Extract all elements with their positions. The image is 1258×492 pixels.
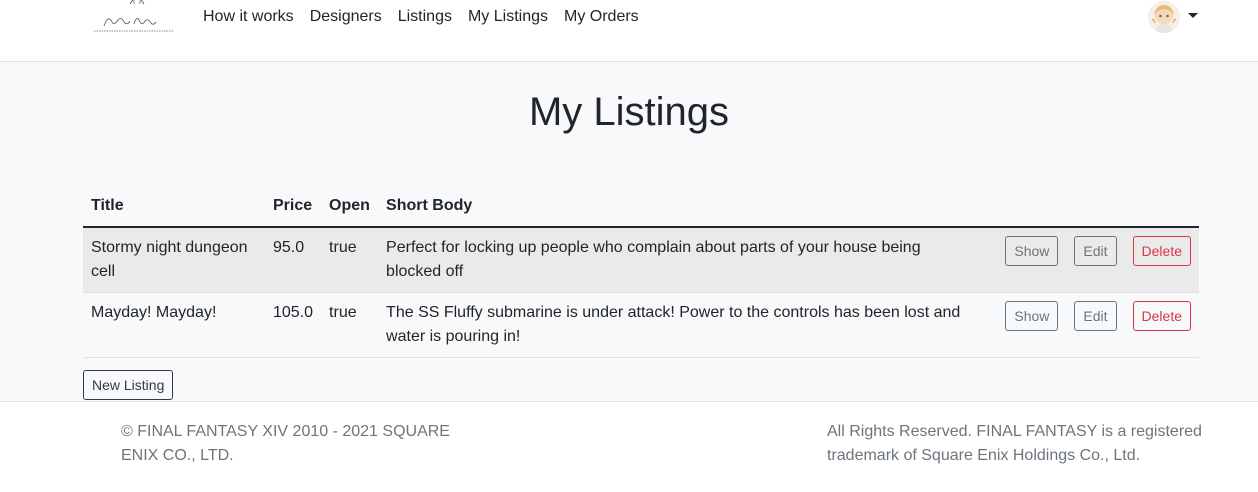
- nav-link-my-listings[interactable]: My Listings: [468, 7, 548, 27]
- main-content: My Listings Title Price Open Short Body …: [0, 62, 1258, 401]
- new-listing-button[interactable]: New Listing: [83, 370, 174, 400]
- delete-button[interactable]: Delete: [1132, 236, 1191, 266]
- column-header-price: Price: [265, 186, 322, 228]
- nav-link-listings[interactable]: Listings: [398, 7, 452, 27]
- listing-price: 105.0: [265, 292, 322, 358]
- user-menu-toggle[interactable]: [1148, 0, 1198, 34]
- footer-copyright: © FINAL FANTASY XIV 2010 - 2021 SQUARE E…: [121, 423, 450, 464]
- listing-open: true: [321, 227, 379, 293]
- edit-button[interactable]: Edit: [1074, 301, 1117, 331]
- brand-logo[interactable]: [90, 0, 178, 38]
- column-header-open: Open: [321, 186, 379, 228]
- footer: © FINAL FANTASY XIV 2010 - 2021 SQUARE E…: [0, 401, 1258, 492]
- nav-link-my-orders[interactable]: My Orders: [564, 7, 639, 27]
- column-header-title: Title: [83, 186, 265, 228]
- footer-trademark: All Rights Reserved. FINAL FANTASY is a …: [827, 423, 1202, 464]
- listing-short-body: Perfect for locking up people who compla…: [378, 227, 988, 293]
- listing-short-body: The SS Fluffy submarine is under attack!…: [378, 292, 988, 358]
- user-avatar-icon[interactable]: [1148, 1, 1180, 33]
- delete-button[interactable]: Delete: [1132, 301, 1191, 331]
- table-row: Stormy night dungeon cell 95.0 true Perf…: [83, 227, 1199, 293]
- nav-link-designers[interactable]: Designers: [310, 7, 382, 27]
- column-header-short-body: Short Body: [378, 186, 988, 228]
- show-button[interactable]: Show: [1005, 236, 1059, 266]
- listing-title: Mayday! Mayday!: [83, 292, 265, 358]
- listing-open: true: [321, 292, 379, 358]
- column-header-actions: [987, 186, 1199, 228]
- page-title: My Listings: [528, 90, 730, 134]
- nav-links: How it works Designers Listings My Listi…: [203, 7, 655, 27]
- show-button[interactable]: Show: [1005, 301, 1059, 331]
- table-header-row: Title Price Open Short Body: [83, 186, 1199, 228]
- row-actions: Show Edit Delete: [987, 227, 1199, 293]
- table-row: Mayday! Mayday! 105.0 true The SS Fluffy…: [83, 292, 1199, 358]
- logo-icon: [94, 0, 174, 32]
- listings-table: Title Price Open Short Body Stormy night…: [83, 186, 1199, 358]
- navbar: How it works Designers Listings My Listi…: [0, 0, 1258, 62]
- edit-button[interactable]: Edit: [1074, 236, 1117, 266]
- row-actions: Show Edit Delete: [987, 292, 1199, 358]
- chevron-down-icon[interactable]: [1188, 12, 1198, 18]
- nav-link-how-it-works[interactable]: How it works: [203, 7, 294, 27]
- listing-price: 95.0: [265, 227, 322, 293]
- listing-title: Stormy night dungeon cell: [83, 227, 265, 293]
